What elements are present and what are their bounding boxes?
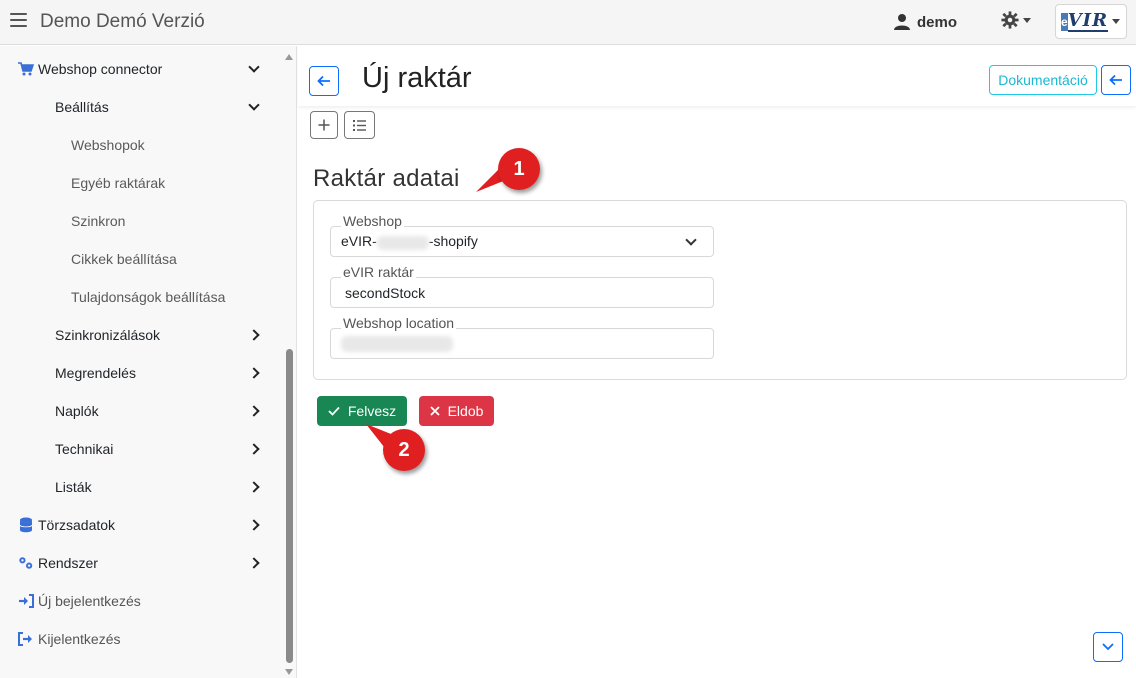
chevron-down-icon <box>1102 643 1114 651</box>
caret-down-icon <box>1112 19 1120 24</box>
sidebar-item-label: Kijelentkezés <box>38 631 121 647</box>
sidebar-item-beallitas[interactable]: Beállítás <box>55 88 284 126</box>
section-title: Raktár adatai <box>313 165 460 192</box>
add-stock-button[interactable]: Felvesz <box>317 396 407 426</box>
scroll-down-arrow-icon[interactable] <box>285 669 293 675</box>
sidebar-item-egyeb-raktarak[interactable]: Egyéb raktárak <box>71 164 284 202</box>
annotation-badge-1: 1 <box>498 148 540 190</box>
close-icon <box>429 406 440 416</box>
sidebar-item-tulajdonsagok-beallitasa[interactable]: Tulajdonságok beállítása <box>71 278 284 316</box>
sign-in-icon <box>18 593 34 609</box>
chevron-right-icon <box>248 367 260 379</box>
sidebar-item-label: Szinkronizálások <box>55 327 161 343</box>
add-button[interactable] <box>310 111 338 139</box>
chevron-right-icon <box>248 557 260 569</box>
evir-stock-label: eVIR raktár <box>341 264 416 280</box>
sidebar-item-label: Rendszer <box>38 555 98 571</box>
sidebar-item-naplok[interactable]: Naplók <box>55 392 284 430</box>
app-title: Demo Demó Verzió <box>40 11 205 32</box>
evir-stock-input[interactable]: secondStock <box>330 277 714 308</box>
cart-icon <box>18 61 34 77</box>
sidebar-item-szinkron[interactable]: Szinkron <box>71 202 284 240</box>
webshop-select-value: eVIR- -shopify <box>341 233 478 250</box>
scroll-to-bottom-button[interactable] <box>1093 632 1123 662</box>
webshop-label: Webshop <box>341 213 404 229</box>
webshop-select[interactable]: eVIR- -shopify <box>330 226 714 257</box>
evir-stock-value: secondStock <box>345 284 426 301</box>
caret-down-icon <box>1023 17 1031 23</box>
sidebar-item-szinkronizalasok[interactable]: Szinkronizálások <box>55 316 284 354</box>
sidebar-item-webshop-connector[interactable]: Webshop connector <box>18 50 284 88</box>
gear-icon <box>1001 11 1019 29</box>
redacted-text <box>341 335 453 352</box>
top-navbar: Demo Demó Verzió demo e VIR <box>0 0 1136 45</box>
sidebar-item-label: Naplók <box>55 403 99 419</box>
chevron-down-icon <box>248 61 260 73</box>
chevron-down-icon <box>248 99 260 111</box>
sidebar-item-rendszer[interactable]: Rendszer <box>18 544 284 582</box>
chevron-right-icon <box>248 443 260 455</box>
documentation-button[interactable]: Dokumentáció <box>989 65 1097 95</box>
sidebar-item-uj-bejelentkezes[interactable]: Új bejelentkezés <box>18 582 284 620</box>
page-title: Új raktár <box>362 62 472 94</box>
sidebar-item-label: Technikai <box>55 441 114 457</box>
sidebar-item-label: Listák <box>55 479 92 495</box>
evir-logo: e VIR <box>1061 9 1109 32</box>
sign-out-icon <box>18 631 34 647</box>
hamburger-menu-icon[interactable] <box>10 13 27 29</box>
sidebar-scroll-thumb[interactable] <box>286 349 293 663</box>
sidebar-item-label: Megrendelés <box>55 365 136 381</box>
user-menu[interactable]: demo <box>893 11 957 33</box>
sidebar-item-label: Webshopok <box>71 137 145 153</box>
list-icon <box>353 119 366 131</box>
sidebar-item-label: Tulajdonságok beállítása <box>71 289 226 305</box>
chevron-down-icon <box>685 234 697 246</box>
webshop-location-label: Webshop location <box>341 315 457 331</box>
sidebar-item-label: Új bejelentkezés <box>38 593 141 609</box>
redacted-text <box>376 235 429 250</box>
sidebar-item-megrendeles[interactable]: Megrendelés <box>55 354 284 392</box>
sidebar-item-webshopok[interactable]: Webshopok <box>71 126 284 164</box>
sidebar-item-label: Egyéb raktárak <box>71 175 166 191</box>
annotation-badge-2: 2 <box>383 429 425 471</box>
list-button[interactable] <box>344 111 375 139</box>
sidebar-item-listak[interactable]: Listák <box>55 468 284 506</box>
discard-button[interactable]: Eldob <box>419 396 494 426</box>
chevron-right-icon <box>248 481 260 493</box>
sidebar-item-cikkek-beallitasa[interactable]: Cikkek beállítása <box>71 240 284 278</box>
sidebar-item-torzsadatok[interactable]: Törzsadatok <box>18 506 284 544</box>
sidebar-item-label: Beállítás <box>55 99 109 115</box>
arrow-left-icon <box>1109 74 1122 86</box>
sidebar-item-kijelentkezes[interactable]: Kijelentkezés <box>18 620 284 658</box>
header-back-button[interactable] <box>1101 65 1131 95</box>
chevron-right-icon <box>248 519 260 531</box>
scroll-up-arrow-icon[interactable] <box>285 54 293 60</box>
arrow-left-icon <box>317 75 330 87</box>
chevron-right-icon <box>248 329 260 341</box>
sidebar-item-technikai[interactable]: Technikai <box>55 430 284 468</box>
evir-logo-button[interactable]: e VIR <box>1055 4 1127 39</box>
sidebar: Webshop connector Beállítás Webshopok Eg… <box>0 46 297 678</box>
user-name: demo <box>917 13 958 31</box>
back-button[interactable] <box>309 66 339 96</box>
sidebar-item-label: Szinkron <box>71 213 126 229</box>
sidebar-item-label: Törzsadatok <box>38 517 116 533</box>
webshop-location-input[interactable] <box>330 328 714 359</box>
chevron-right-icon <box>248 405 260 417</box>
sidebar-item-label: Webshop connector <box>38 61 163 77</box>
settings-menu[interactable] <box>1001 11 1031 29</box>
sidebar-item-label: Cikkek beállítása <box>71 251 177 267</box>
check-icon <box>328 406 340 416</box>
user-icon <box>894 14 910 30</box>
gears-icon <box>18 555 34 571</box>
database-icon <box>18 517 34 533</box>
plus-icon <box>318 119 330 131</box>
